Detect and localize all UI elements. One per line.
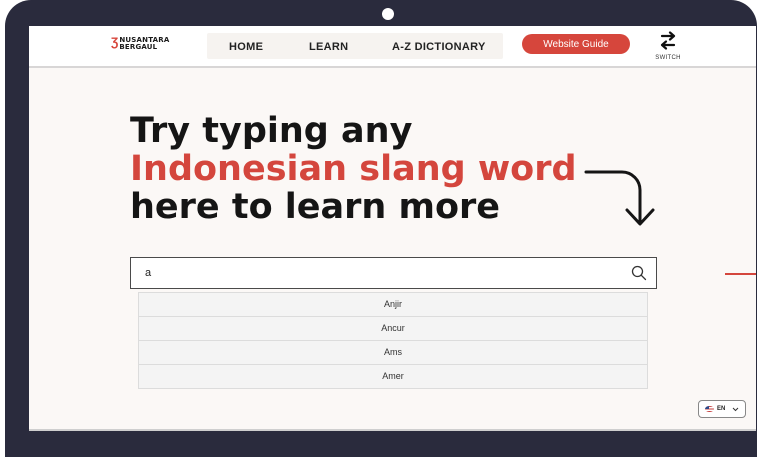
us-flag-icon [705,406,714,412]
website-guide-button[interactable]: Website Guide [522,34,630,54]
logo-line-2: BERGAUL [119,43,158,51]
hero-heading: Try typing any Indonesian slang word her… [130,112,577,226]
nav-learn[interactable]: LEARN [309,41,348,53]
logo-wordmark: NUSANTARA BERGAUL [119,37,169,51]
logo-mark: Ʒ [111,35,119,49]
curved-arrow-down-icon [584,170,655,226]
top-navbar: Ʒ NUSANTARA BERGAUL HOME LEARN A-Z DICTI… [29,26,756,68]
side-accent-line [725,273,756,275]
screen-bottom-edge [29,429,756,431]
website-screen: Ʒ NUSANTARA BERGAUL HOME LEARN A-Z DICTI… [29,26,756,431]
nav-home[interactable]: HOME [229,41,263,53]
hero-line-3: here to learn more [130,187,501,227]
switch-button[interactable]: SWITCH [651,31,685,63]
switch-label: SWITCH [655,55,681,61]
search-bar[interactable]: a [130,257,657,289]
language-code: EN [717,406,726,412]
camera-icon [382,8,394,20]
switch-icon [660,31,676,50]
suggestion-item[interactable]: Amer [139,365,647,388]
suggestion-item[interactable]: Ancur [139,317,647,341]
device-bezel: Ʒ NUSANTARA BERGAUL HOME LEARN A-Z DICTI… [5,0,757,457]
search-input[interactable]: a [145,267,151,279]
hero-line-2: Indonesian slang word [130,149,577,189]
site-logo[interactable]: Ʒ NUSANTARA BERGAUL [111,35,169,51]
suggestion-list: Anjir Ancur Ams Amer [138,292,648,389]
chevron-down-icon [732,407,739,411]
nav-az-dictionary[interactable]: A-Z DICTIONARY [392,41,486,53]
search-icon[interactable] [631,265,647,281]
suggestion-item[interactable]: Anjir [139,293,647,317]
nav-links: HOME LEARN A-Z DICTIONARY [207,33,503,59]
suggestion-item[interactable]: Ams [139,341,647,365]
hero-line-1: Try typing any [130,111,413,151]
language-selector[interactable]: EN [698,400,746,418]
